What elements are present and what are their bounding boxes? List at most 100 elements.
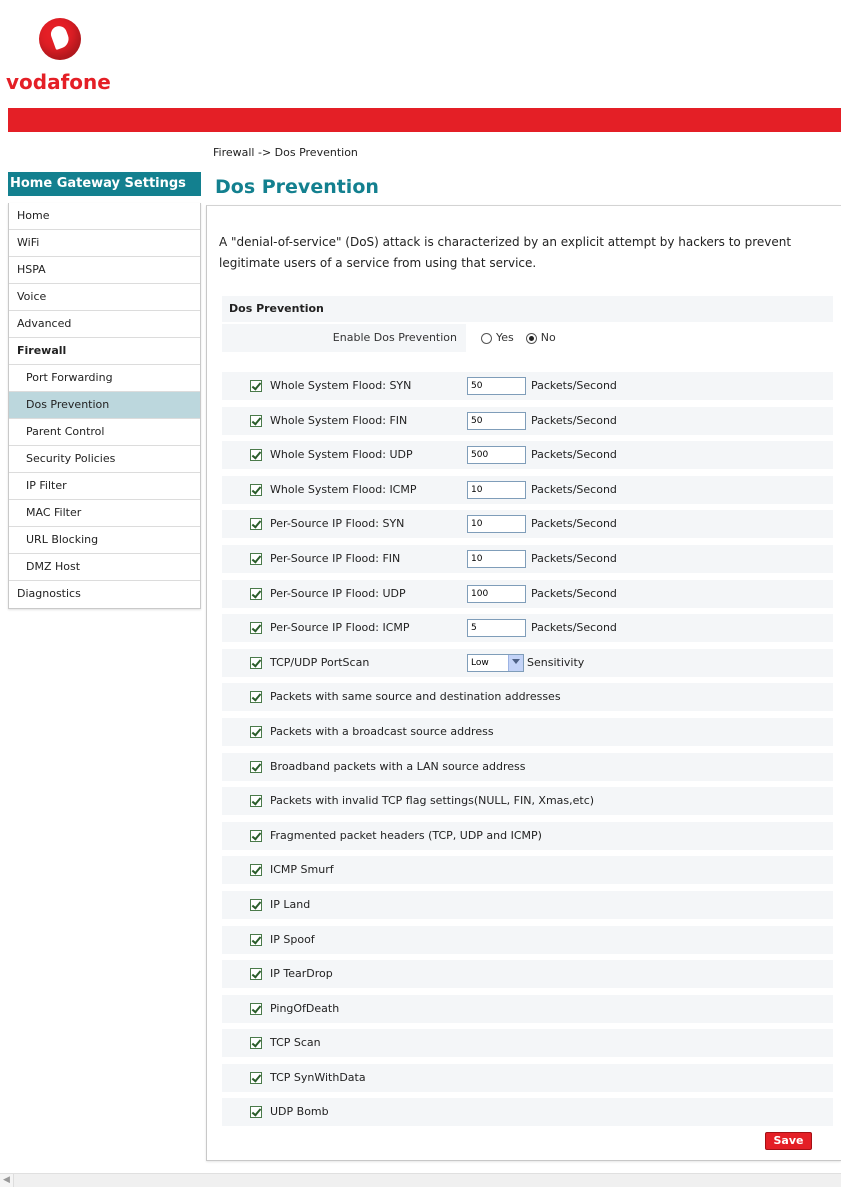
list-item: Packets with same source and destination… — [222, 683, 833, 712]
unit-label: Packets/Second — [531, 379, 617, 392]
per-source-udp-input[interactable]: 100 — [467, 584, 526, 603]
icmp-flood-input[interactable]: 10 — [467, 480, 526, 499]
list-item: Fragmented packet headers (TCP, UDP and … — [222, 821, 833, 850]
sidebar-item-firewall[interactable]: Firewall — [9, 338, 200, 365]
list-item: Per-Source IP Flood: SYN 10 Packets/Seco… — [222, 510, 833, 539]
chevron-down-icon[interactable] — [508, 654, 523, 671]
checkbox-udp-flood[interactable] — [250, 449, 262, 462]
row-label: TCP Scan — [270, 1036, 321, 1050]
list-item: Whole System Flood: FIN 50 Packets/Secon… — [222, 406, 833, 435]
sensitivity-value: Low — [471, 657, 489, 668]
checkbox-fin-flood[interactable] — [250, 414, 262, 427]
row-label: IP Land — [270, 897, 311, 911]
list-item: Per-Source IP Flood: FIN 10 Packets/Seco… — [222, 544, 833, 573]
vodafone-logo[interactable]: vodafone — [6, 18, 111, 98]
checkbox-ip-teardrop[interactable] — [250, 968, 262, 981]
sidebar-item-mac-filter[interactable]: MAC Filter — [9, 500, 200, 527]
row-label: Packets with same source and destination… — [270, 690, 561, 704]
checkbox-per-source-icmp[interactable] — [250, 622, 262, 635]
list-item: IP Spoof — [222, 925, 833, 954]
row-label: Whole System Flood: FIN — [270, 413, 408, 427]
unit-label: Packets/Second — [531, 448, 617, 462]
sidebar-item-parent-control[interactable]: Parent Control — [9, 419, 200, 446]
checkbox-ping-of-death[interactable] — [250, 1002, 262, 1015]
sidebar-item-dmz-host[interactable]: DMZ Host — [9, 554, 200, 581]
intro-text: A "denial-of-service" (DoS) attack is ch… — [219, 235, 792, 270]
checkbox-per-source-udp[interactable] — [250, 587, 262, 600]
enable-no-radio[interactable] — [525, 332, 537, 344]
sensitivity-select[interactable]: Low — [467, 653, 524, 672]
list-item: Whole System Flood: UDP 500 Packets/Seco… — [222, 441, 833, 470]
list-item: Per-Source IP Flood: UDP 100 Packets/Sec… — [222, 579, 833, 608]
sidebar-menu: Home WiFi HSPA Voice Advanced Firewall P… — [8, 203, 201, 609]
row-label: ICMP Smurf — [270, 863, 334, 877]
checkbox-udp-bomb[interactable] — [250, 1106, 262, 1119]
sidebar-item-security-policies[interactable]: Security Policies — [9, 446, 200, 473]
brand-name: vodafone — [6, 70, 111, 94]
sidebar-item-hspa[interactable]: HSPA — [9, 257, 200, 284]
enable-yes-label: Yes — [496, 331, 514, 344]
checkbox-invalid-tcp-flags[interactable] — [250, 795, 262, 808]
header-red-bar — [8, 108, 841, 132]
breadcrumb: Firewall -> Dos Prevention — [213, 146, 358, 159]
enable-yes-radio[interactable] — [481, 332, 492, 344]
unit-label: Packets/Second — [531, 517, 617, 531]
per-source-fin-input[interactable]: 10 — [467, 549, 526, 568]
row-label: Broadband packets with a LAN source addr… — [270, 759, 526, 773]
row-label: Per-Source IP Flood: UDP — [270, 586, 406, 600]
row-label: Per-Source IP Flood: SYN — [270, 517, 405, 531]
checkbox-icmp-smurf[interactable] — [250, 864, 262, 877]
row-label: TCP/UDP PortScan — [270, 655, 370, 669]
checkbox-fragmented-headers[interactable] — [250, 829, 262, 842]
sidebar-item-wifi[interactable]: WiFi — [9, 230, 200, 257]
sidebar-item-ip-filter[interactable]: IP Filter — [9, 473, 200, 500]
sidebar-item-home[interactable]: Home — [9, 203, 200, 230]
checkbox-ip-spoof[interactable] — [250, 933, 262, 946]
checkbox-lan-src[interactable] — [250, 760, 262, 773]
checkbox-per-source-fin[interactable] — [250, 552, 262, 565]
list-item: Packets with a broadcast source address — [222, 717, 833, 746]
enable-no-label: No — [540, 331, 556, 344]
list-item: Broadband packets with a LAN source addr… — [222, 752, 833, 781]
udp-flood-input[interactable]: 500 — [467, 446, 526, 465]
checkbox-broadcast-src[interactable] — [250, 725, 262, 738]
row-label: IP TearDrop — [270, 967, 333, 981]
checkbox-tcp-syn-with-data[interactable] — [250, 1071, 262, 1084]
sidebar-item-advanced[interactable]: Advanced — [9, 311, 200, 338]
enable-dos-row: Enable Dos Prevention Yes No — [222, 324, 833, 352]
unit-label: Packets/Second — [531, 586, 617, 600]
horizontal-scrollbar[interactable]: ◀ — [0, 1173, 841, 1187]
fin-flood-input[interactable]: 50 — [467, 411, 526, 430]
unit-label: Packets/Second — [531, 413, 617, 427]
header: vodafone — [0, 0, 841, 108]
sidebar-title: Home Gateway Settings — [8, 172, 201, 196]
row-label: Whole System Flood: SYN — [270, 379, 412, 392]
sidebar-item-url-blocking[interactable]: URL Blocking — [9, 527, 200, 554]
checkbox-tcp-scan[interactable] — [250, 1037, 262, 1050]
checkbox-ip-land[interactable] — [250, 898, 262, 911]
syn-flood-input[interactable]: 50 — [467, 377, 526, 395]
page-title: Dos Prevention — [215, 176, 379, 198]
list-item: TCP/UDP PortScan Low Sensitivity — [222, 648, 833, 677]
sidebar-item-dos-prevention[interactable]: Dos Prevention — [9, 392, 200, 419]
sidebar-item-voice[interactable]: Voice — [9, 284, 200, 311]
per-source-syn-input[interactable]: 10 — [467, 515, 526, 534]
row-label: Whole System Flood: UDP — [270, 448, 413, 462]
list-item: ICMP Smurf — [222, 856, 833, 885]
list-item: UDP Bomb — [222, 1098, 833, 1127]
checkbox-per-source-syn[interactable] — [250, 518, 262, 531]
sidebar-item-diagnostics[interactable]: Diagnostics — [9, 581, 200, 608]
save-button[interactable]: Save — [765, 1132, 812, 1150]
enable-dos-options: Yes No — [466, 324, 833, 352]
chevron-left-icon[interactable]: ◀ — [0, 1174, 14, 1187]
per-source-icmp-input[interactable]: 5 — [467, 619, 526, 638]
checkbox-same-src-dst[interactable] — [250, 691, 262, 704]
enable-dos-label: Enable Dos Prevention — [332, 331, 457, 344]
checkbox-portscan[interactable] — [250, 656, 262, 669]
checkbox-icmp-flood[interactable] — [250, 483, 262, 496]
sidebar-item-port-forwarding[interactable]: Port Forwarding — [9, 365, 200, 392]
row-label: UDP Bomb — [270, 1105, 329, 1119]
checkbox-syn-flood[interactable] — [250, 380, 262, 392]
content-panel: A "denial-of-service" (DoS) attack is ch… — [206, 205, 841, 1161]
row-label: Packets with a broadcast source address — [270, 724, 494, 738]
